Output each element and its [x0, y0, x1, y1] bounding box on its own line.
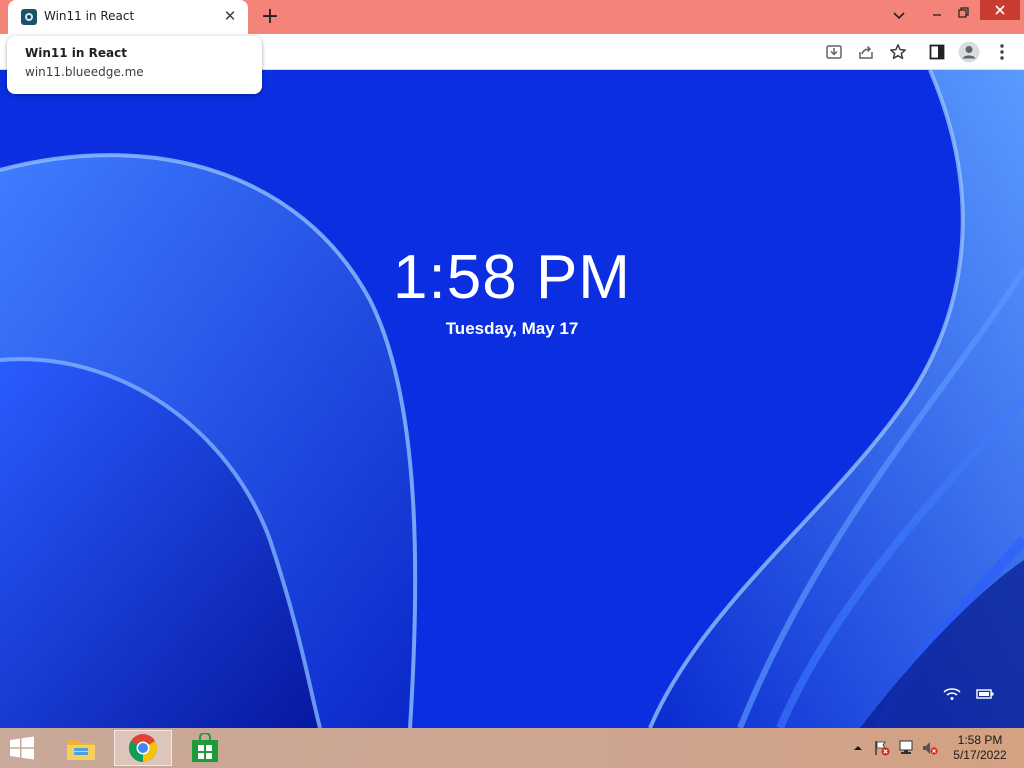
side-panel-icon [929, 44, 945, 60]
profile-icon [958, 41, 980, 63]
restore-icon [957, 6, 969, 18]
show-hidden-icons-button[interactable] [850, 740, 866, 756]
kebab-menu-icon [1000, 44, 1004, 60]
lock-screen-time: 1:58 PM [393, 243, 631, 312]
taskbar-clock[interactable]: 1:58 PM 5/17/2022 [944, 733, 1016, 763]
lock-screen-status [940, 686, 1000, 706]
bloom-wallpaper [0, 70, 1024, 728]
tab-title: Win11 in React [44, 9, 135, 23]
action-center-flag-icon [875, 741, 890, 756]
chevron-down-icon [893, 12, 905, 20]
taskbar-time: 1:58 PM [957, 733, 1003, 747]
minimize-button[interactable] [924, 0, 950, 24]
store-icon [192, 733, 218, 762]
bookmark-star-icon [890, 44, 906, 60]
taskbar-chrome[interactable] [114, 730, 172, 766]
browser-menu-button[interactable] [991, 41, 1013, 63]
taskbar-store[interactable] [176, 730, 234, 766]
start-button[interactable] [8, 736, 38, 760]
tray-action-center[interactable] [874, 740, 890, 756]
profile-button[interactable] [958, 41, 980, 63]
show-hidden-icons-icon [854, 746, 862, 750]
hover-card-url: win11.blueedge.me [25, 65, 144, 79]
browser-tab[interactable]: Win11 in React ✕ [8, 0, 248, 34]
install-app-icon [826, 45, 842, 59]
tab-hover-card: Win11 in React win11.blueedge.me [7, 36, 262, 94]
lock-screen[interactable]: 1:58 PM Tuesday, May 17 [0, 70, 1024, 728]
browser-tab-strip: Win11 in React ✕ + [0, 0, 1024, 34]
battery-icon [976, 689, 994, 699]
wifi-icon [943, 688, 961, 700]
taskbar-date: 5/17/2022 [953, 748, 1007, 762]
win11-app-icon [21, 9, 37, 25]
install-app-button[interactable] [823, 41, 845, 63]
restore-button[interactable] [950, 0, 976, 24]
taskbar-file-explorer[interactable] [52, 730, 110, 766]
file-explorer-icon [67, 740, 95, 760]
share-icon [859, 45, 873, 59]
chrome-icon [129, 734, 157, 762]
close-window-button[interactable] [980, 0, 1020, 20]
new-tab-button[interactable]: + [258, 6, 282, 30]
windows-taskbar: 1:58 PM 5/17/2022 [0, 728, 1024, 768]
windows-logo-icon [10, 736, 34, 760]
tray-network[interactable] [898, 740, 914, 756]
share-button[interactable] [855, 41, 877, 63]
tab-close-button[interactable]: ✕ [220, 6, 240, 26]
volume-muted-icon [923, 742, 938, 755]
network-icon [899, 740, 913, 754]
minimize-icon [933, 14, 941, 16]
tab-search-button[interactable] [884, 4, 914, 28]
hover-card-title: Win11 in React [25, 46, 127, 60]
close-icon [995, 5, 1005, 15]
bookmark-button[interactable] [887, 41, 909, 63]
lock-screen-date: Tuesday, May 17 [445, 319, 579, 338]
side-panel-button[interactable] [926, 41, 948, 63]
tray-volume[interactable] [922, 740, 938, 756]
